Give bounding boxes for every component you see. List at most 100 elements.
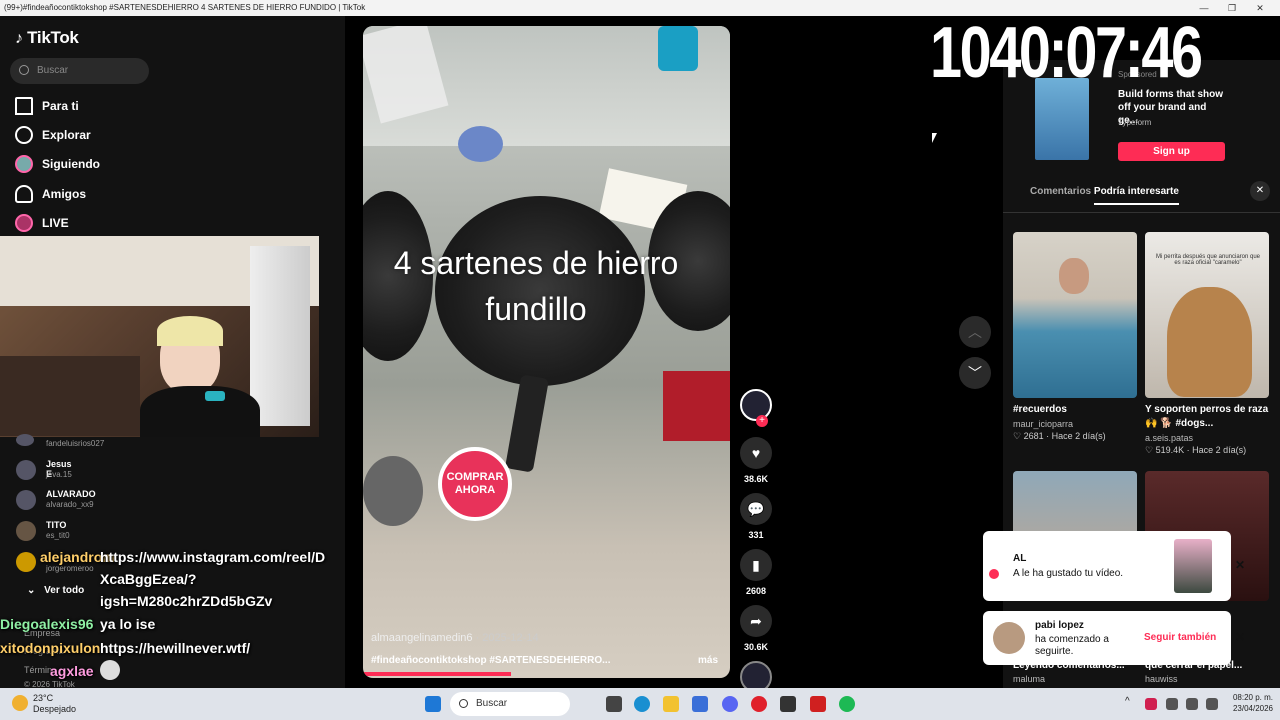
like-count: 38.6K — [743, 474, 769, 484]
mouse-cursor-icon — [932, 133, 937, 143]
tiktok-live-icon[interactable] — [810, 696, 826, 712]
chat-message: igsh=M280c2hrZDd5bGZv — [100, 593, 273, 609]
video-thumbnail — [1174, 539, 1212, 593]
close-icon: ✕ — [1255, 185, 1265, 196]
comment-icon: 💬 — [747, 500, 765, 517]
store-icon[interactable] — [692, 696, 708, 712]
save-count: 2608 — [745, 586, 767, 596]
streamer-webcam — [0, 236, 319, 437]
tab-might-interest[interactable]: Podría interesarte — [1093, 186, 1179, 205]
video-thumbnail — [1013, 232, 1137, 398]
comment-button[interactable]: 💬 — [740, 493, 772, 525]
chat-username: Diegoalexis96 — [0, 616, 94, 632]
nav-friends[interactable]: Amigos — [15, 183, 86, 205]
window-title: (99+)#findeañocontiktokshop #SARTENESDEH… — [4, 3, 366, 12]
windows-start-icon[interactable] — [425, 696, 441, 712]
chat-username: xitodonpixulon — [0, 640, 101, 656]
live-icon — [15, 214, 33, 232]
volume-icon[interactable] — [1206, 698, 1218, 710]
network-icon[interactable] — [1186, 698, 1198, 710]
nav-for-you[interactable]: Para ti — [15, 95, 79, 117]
follow-notification[interactable]: pabi lopez ha comenzado a seguirte. Segu… — [983, 611, 1245, 665]
chevron-down-icon: ⌄ — [27, 585, 36, 596]
close-icon[interactable]: ✕ — [1235, 558, 1245, 572]
weather-icon — [12, 695, 28, 711]
taskbar-search[interactable]: Buscar — [450, 692, 570, 716]
search-icon — [459, 699, 468, 708]
nav-explore[interactable]: Explorar — [15, 124, 91, 146]
compass-icon — [15, 126, 33, 144]
friends-icon — [15, 185, 33, 203]
chat-message: ya lo ise — [100, 616, 156, 632]
chevron-down-icon: ﹀ — [968, 365, 982, 381]
buy-now-button[interactable]: COMPRAR AHORA — [438, 447, 512, 521]
chat-message: https://www.instagram.com/reel/D — [100, 549, 326, 565]
chevron-up-icon: ︿ — [968, 324, 982, 340]
tab-comments[interactable]: Comentarios — [1030, 186, 1091, 197]
video-caption: 4 sartenes de hierro fundillo — [393, 245, 679, 327]
close-panel-button[interactable]: ✕ — [1250, 181, 1270, 201]
chevron-up-icon[interactable]: ^ — [1125, 696, 1130, 707]
card-author: maluma — [1013, 674, 1046, 684]
video-hashtags[interactable]: #findeañocontiktokshop #SARTENESDEHIERRO… — [371, 655, 691, 666]
microphone-icon[interactable] — [1166, 698, 1178, 710]
share-button[interactable]: ➦ — [740, 605, 772, 637]
following-avatar-icon — [15, 155, 33, 173]
save-button[interactable]: ▮ — [740, 549, 772, 581]
ad-signup-button[interactable]: Sign up — [1118, 142, 1225, 161]
share-count: 30.6K — [743, 642, 769, 652]
tray-app-icon[interactable] — [1145, 698, 1157, 710]
recommended-video[interactable]: Mi perrita después que anunciaron que es… — [1145, 232, 1269, 456]
card-author: hauwiss — [1145, 674, 1178, 684]
maximize-button[interactable]: ❐ — [1218, 0, 1246, 16]
close-icon[interactable]: ✕ — [1235, 630, 1245, 644]
nav-live[interactable]: LIVE — [15, 212, 69, 234]
heart-outline-icon: ♡ — [1013, 431, 1022, 441]
emote-icon — [100, 660, 120, 680]
more-button[interactable]: más — [698, 655, 718, 666]
tiktok-note-icon: ♪ — [15, 30, 23, 47]
home-icon — [15, 97, 33, 115]
like-notification[interactable]: AL A le ha gustado tu vídeo. ✕ — [983, 531, 1245, 601]
clock-time[interactable]: 08:20 p. m. — [1228, 693, 1273, 702]
close-window-button[interactable]: ✕ — [1246, 0, 1274, 16]
video-thumbnail: Mi perrita después que anunciaron que es… — [1145, 232, 1269, 398]
clock-date[interactable]: 23/04/2026 — [1228, 704, 1273, 713]
avatar — [16, 434, 34, 446]
heart-icon: ♥ — [751, 445, 761, 461]
avatar — [16, 552, 36, 572]
next-video-button[interactable]: ﹀ — [959, 357, 991, 389]
stream-timer: 1040:07:46 — [930, 13, 1203, 93]
see-all-link[interactable]: ⌄ Ver todo — [27, 585, 84, 596]
footer-terms[interactable]: Términ — [24, 665, 52, 675]
recommended-video[interactable]: #recuerdos maur_icioparra ♡ 2681 · Hace … — [1013, 232, 1137, 442]
avatar — [16, 521, 36, 541]
share-icon: ➦ — [750, 612, 762, 629]
spotify-icon[interactable] — [839, 696, 855, 712]
comment-count: 331 — [748, 530, 764, 540]
avatar — [993, 622, 1025, 654]
previous-video-button[interactable]: ︿ — [959, 316, 991, 348]
nav-following[interactable]: Siguiendo — [15, 153, 100, 175]
tiktok-logo[interactable]: ♪ TikTok — [15, 28, 79, 48]
search-icon — [19, 65, 29, 75]
discord-icon[interactable] — [722, 696, 738, 712]
edge-icon[interactable] — [634, 696, 650, 712]
panel-tabs: Comentarios Podría interesarte — [1030, 186, 1179, 205]
author-avatar[interactable] — [740, 389, 772, 421]
sidebar-search-input[interactable]: Buscar — [10, 58, 149, 84]
follow-back-button[interactable]: Seguir también — [1144, 632, 1216, 643]
opera-icon[interactable] — [751, 696, 767, 712]
heart-badge-icon — [989, 569, 999, 579]
file-explorer-icon[interactable] — [663, 696, 679, 712]
avatar — [16, 460, 36, 480]
chat-username: agxlae — [50, 663, 94, 679]
streaming-app-icon[interactable] — [780, 696, 796, 712]
task-view-icon[interactable] — [606, 696, 622, 712]
heart-outline-icon: ♡ — [1145, 445, 1154, 455]
video-player[interactable] — [363, 26, 730, 678]
video-actions: ♥ 38.6K 💬 331 ▮ 2608 ➦ 30.6K — [739, 389, 773, 693]
video-author[interactable]: almaangelinamedin6 · 2025-12-14 — [371, 632, 539, 644]
follow-plus-icon[interactable]: + — [756, 415, 768, 427]
like-button[interactable]: ♥ — [740, 437, 772, 469]
